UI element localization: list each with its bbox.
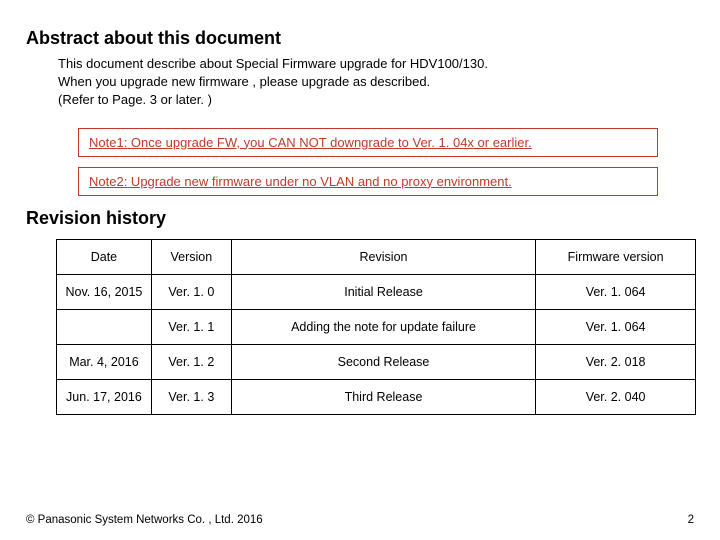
header-version: Version — [151, 239, 231, 274]
cell-firmware: Ver. 2. 018 — [536, 344, 696, 379]
abstract-heading: Abstract about this document — [26, 28, 694, 49]
cell-firmware: Ver. 2. 040 — [536, 379, 696, 414]
cell-version: Ver. 1. 2 — [151, 344, 231, 379]
abstract-paragraph: This document describe about Special Fir… — [58, 55, 694, 110]
revision-heading: Revision history — [26, 208, 694, 229]
abstract-line3: (Refer to Page. 3 or later. ) — [58, 92, 212, 107]
table-row: Nov. 16, 2015 Ver. 1. 0 Initial Release … — [57, 274, 696, 309]
header-revision: Revision — [231, 239, 535, 274]
cell-date: Nov. 16, 2015 — [57, 274, 152, 309]
note-1-text: Once upgrade FW, you CAN NOT downgrade t… — [127, 135, 531, 150]
page-number: 2 — [688, 514, 694, 526]
cell-firmware: Ver. 1. 064 — [536, 274, 696, 309]
cell-revision: Initial Release — [231, 274, 535, 309]
abstract-line2: When you upgrade new firmware , please u… — [58, 74, 430, 89]
note-2-text: Upgrade new firmware under no VLAN and n… — [127, 174, 511, 189]
header-firmware: Firmware version — [536, 239, 696, 274]
page-footer: © Panasonic System Networks Co. , Ltd. 2… — [26, 514, 694, 526]
note-2-label: Note2: — [89, 174, 127, 189]
revision-section: Revision history Date Version Revision F… — [26, 208, 694, 415]
notes-container: Note1: Once upgrade FW, you CAN NOT down… — [78, 128, 658, 196]
cell-version: Ver. 1. 0 — [151, 274, 231, 309]
header-date: Date — [57, 239, 152, 274]
note-1-box: Note1: Once upgrade FW, you CAN NOT down… — [78, 128, 658, 157]
cell-date — [57, 309, 152, 344]
cell-revision: Second Release — [231, 344, 535, 379]
cell-date: Jun. 17, 2016 — [57, 379, 152, 414]
table-header-row: Date Version Revision Firmware version — [57, 239, 696, 274]
cell-revision: Adding the note for update failure — [231, 309, 535, 344]
table-row: Jun. 17, 2016 Ver. 1. 3 Third Release Ve… — [57, 379, 696, 414]
cell-firmware: Ver. 1. 064 — [536, 309, 696, 344]
cell-revision: Third Release — [231, 379, 535, 414]
table-row: Mar. 4, 2016 Ver. 1. 2 Second Release Ve… — [57, 344, 696, 379]
abstract-line1: This document describe about Special Fir… — [58, 56, 488, 71]
cell-date: Mar. 4, 2016 — [57, 344, 152, 379]
note-1-label: Note1: — [89, 135, 127, 150]
table-row: Ver. 1. 1 Adding the note for update fai… — [57, 309, 696, 344]
copyright-text: © Panasonic System Networks Co. , Ltd. 2… — [26, 514, 263, 526]
cell-version: Ver. 1. 1 — [151, 309, 231, 344]
note-2-box: Note2: Upgrade new firmware under no VLA… — [78, 167, 658, 196]
cell-version: Ver. 1. 3 — [151, 379, 231, 414]
document-page: Abstract about this document This docume… — [0, 0, 720, 540]
revision-table: Date Version Revision Firmware version N… — [56, 239, 696, 415]
